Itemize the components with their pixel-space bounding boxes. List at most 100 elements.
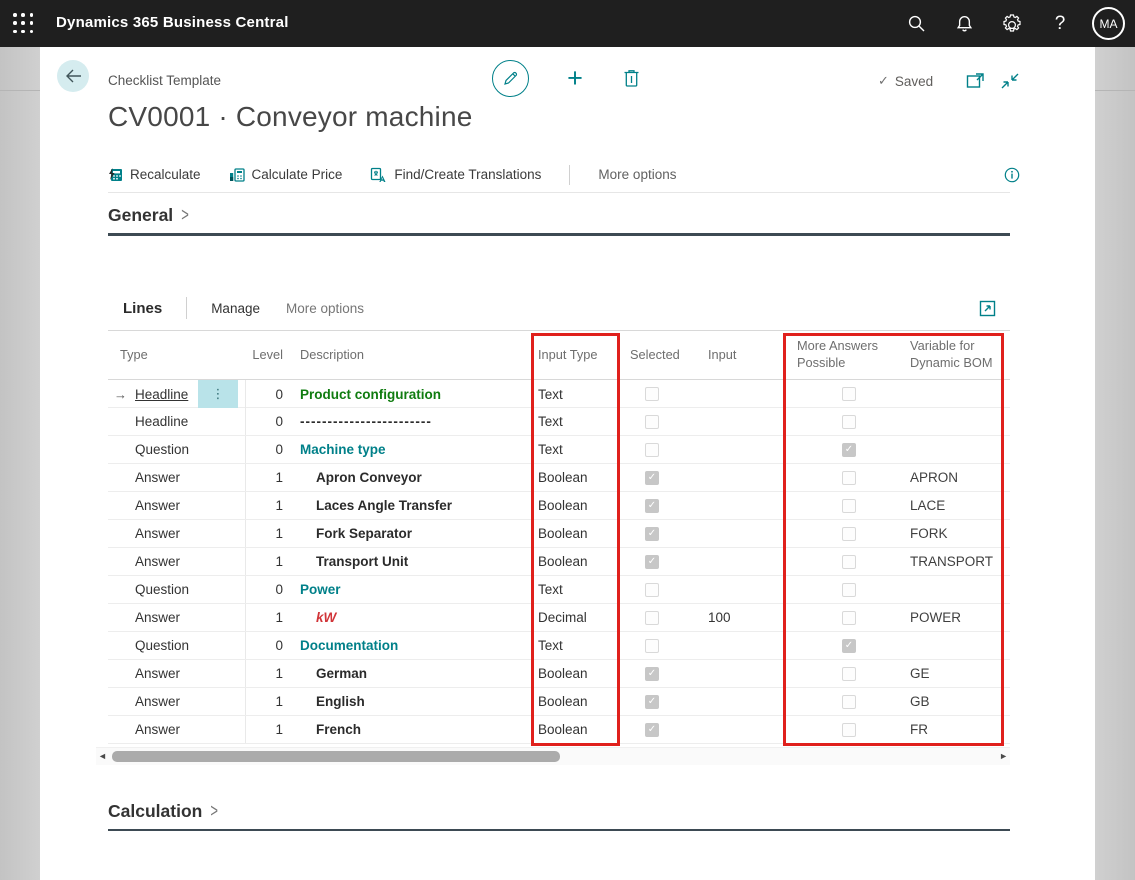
checkbox-selected[interactable]: ✓	[645, 527, 659, 541]
cell-level[interactable]: 0	[245, 576, 295, 603]
cell-input-type[interactable]: Text	[531, 638, 620, 653]
cell-type[interactable]: Question	[133, 638, 198, 653]
checkbox-more-answers-possible[interactable]	[842, 387, 856, 401]
cell-type[interactable]: Answer	[133, 666, 198, 681]
cell-type[interactable]: Headline	[133, 387, 198, 402]
checkbox-more-answers-possible[interactable]	[842, 583, 856, 597]
info-icon[interactable]	[1004, 167, 1020, 183]
checkbox-more-answers-possible[interactable]: ✓	[842, 639, 856, 653]
cell-level[interactable]: 1	[245, 520, 295, 547]
cell-variable-for-dynamic-bom[interactable]: FR	[895, 722, 1010, 737]
scroll-right-arrow[interactable]: ►	[999, 751, 1008, 761]
scroll-left-arrow[interactable]: ◄	[98, 751, 107, 761]
cell-description[interactable]: Fork Separator	[295, 526, 531, 541]
checkbox-selected[interactable]	[645, 443, 659, 457]
edit-pencil-button[interactable]	[492, 60, 529, 97]
focus-mode-icon[interactable]	[979, 300, 996, 317]
column-header-input-type[interactable]: Input Type	[531, 347, 620, 364]
checkbox-more-answers-possible[interactable]	[842, 667, 856, 681]
cell-type[interactable]: Answer	[133, 498, 198, 513]
cell-level[interactable]: 1	[245, 688, 295, 715]
column-header-level[interactable]: Level	[245, 347, 295, 364]
cell-variable-for-dynamic-bom[interactable]: POWER	[895, 610, 1010, 625]
cell-level[interactable]: 1	[245, 716, 295, 743]
cell-input-type[interactable]: Boolean	[531, 470, 620, 485]
cell-description[interactable]: Machine type	[295, 442, 531, 457]
cell-input-type[interactable]: Text	[531, 582, 620, 597]
cell-type[interactable]: Question	[133, 442, 198, 457]
back-button[interactable]	[57, 60, 89, 92]
cell-description[interactable]: ------------------------	[295, 414, 531, 429]
minimize-collapse-icon[interactable]	[1000, 72, 1020, 90]
column-header-type[interactable]: Type	[108, 347, 198, 364]
checkbox-more-answers-possible[interactable]	[842, 415, 856, 429]
cell-variable-for-dynamic-bom[interactable]: GB	[895, 694, 1010, 709]
lines-manage-button[interactable]: Manage	[211, 301, 260, 316]
notifications-bell-icon[interactable]	[940, 0, 988, 47]
cell-input-type[interactable]: Boolean	[531, 526, 620, 541]
checkbox-more-answers-possible[interactable]	[842, 527, 856, 541]
scrollbar-thumb[interactable]	[112, 751, 560, 762]
cell-type[interactable]: Headline	[133, 414, 198, 429]
user-avatar[interactable]: MA	[1092, 7, 1125, 40]
cell-level[interactable]: 1	[245, 604, 295, 631]
cell-variable-for-dynamic-bom[interactable]: FORK	[895, 526, 1010, 541]
cell-level[interactable]: 1	[245, 492, 295, 519]
checkbox-selected[interactable]: ✓	[645, 723, 659, 737]
column-header-selected[interactable]: Selected	[620, 347, 690, 364]
checkbox-more-answers-possible[interactable]	[842, 555, 856, 569]
app-launcher-waffle-icon[interactable]	[13, 13, 34, 34]
cell-type[interactable]: Answer	[133, 694, 198, 709]
cell-description[interactable]: Product configuration	[295, 387, 531, 402]
checkbox-more-answers-possible[interactable]	[842, 471, 856, 485]
checkbox-more-answers-possible[interactable]	[842, 499, 856, 513]
cell-input-type[interactable]: Boolean	[531, 498, 620, 513]
search-icon[interactable]	[892, 0, 940, 47]
checkbox-selected[interactable]	[645, 415, 659, 429]
checkbox-selected[interactable]	[645, 387, 659, 401]
section-calculation[interactable]: Calculation >	[108, 801, 1010, 831]
new-plus-button[interactable]: +	[561, 62, 589, 94]
cell-description[interactable]: Transport Unit	[295, 554, 531, 569]
checkbox-selected[interactable]: ✓	[645, 471, 659, 485]
checkbox-more-answers-possible[interactable]	[842, 695, 856, 709]
section-general[interactable]: General >	[108, 205, 1010, 236]
cell-variable-for-dynamic-bom[interactable]: TRANSPORT	[895, 554, 1010, 569]
cell-type[interactable]: Answer	[133, 722, 198, 737]
cell-input-type[interactable]: Boolean	[531, 722, 620, 737]
checkbox-selected[interactable]: ✓	[645, 695, 659, 709]
cell-level[interactable]: 0	[245, 408, 295, 435]
cell-type[interactable]: Answer	[133, 470, 198, 485]
column-header-description[interactable]: Description	[295, 347, 531, 364]
cell-input-type[interactable]: Text	[531, 442, 620, 457]
cell-input-type[interactable]: Text	[531, 387, 620, 402]
cell-description[interactable]: Laces Angle Transfer	[295, 498, 531, 513]
delete-trash-button[interactable]	[623, 68, 640, 88]
cell-variable-for-dynamic-bom[interactable]: APRON	[895, 470, 1010, 485]
column-header-input[interactable]: Input	[690, 347, 770, 364]
cell-level[interactable]: 0	[245, 436, 295, 463]
cell-type[interactable]: Answer	[133, 526, 198, 541]
cell-type[interactable]: Answer	[133, 610, 198, 625]
cell-level[interactable]: 1	[245, 464, 295, 491]
cell-description[interactable]: English	[295, 694, 531, 709]
cell-level[interactable]: 1	[245, 548, 295, 575]
find-create-translations-button[interactable]: Find/Create Translations	[370, 167, 541, 183]
column-header-variable-for-dynamic-bom[interactable]: Variable for Dynamic BOM	[895, 338, 1010, 371]
checkbox-selected[interactable]: ✓	[645, 499, 659, 513]
calculate-price-button[interactable]: Calculate Price	[229, 167, 343, 182]
checkbox-selected[interactable]	[645, 583, 659, 597]
cell-variable-for-dynamic-bom[interactable]: LACE	[895, 498, 1010, 513]
row-ellipsis-menu-icon[interactable]: ⋮	[198, 380, 238, 408]
checkbox-selected[interactable]	[645, 639, 659, 653]
settings-gear-icon[interactable]	[988, 0, 1036, 47]
cell-description[interactable]: Documentation	[295, 638, 531, 653]
horizontal-scrollbar[interactable]: ◄ ►	[96, 747, 1010, 765]
cell-description[interactable]: kW	[295, 610, 531, 625]
checkbox-selected[interactable]: ✓	[645, 555, 659, 569]
cell-description[interactable]: German	[295, 666, 531, 681]
checkbox-more-answers-possible[interactable]	[842, 611, 856, 625]
recalculate-button[interactable]: Recalculate	[108, 167, 201, 182]
cell-input-type[interactable]: Boolean	[531, 666, 620, 681]
cell-description[interactable]: Apron Conveyor	[295, 470, 531, 485]
